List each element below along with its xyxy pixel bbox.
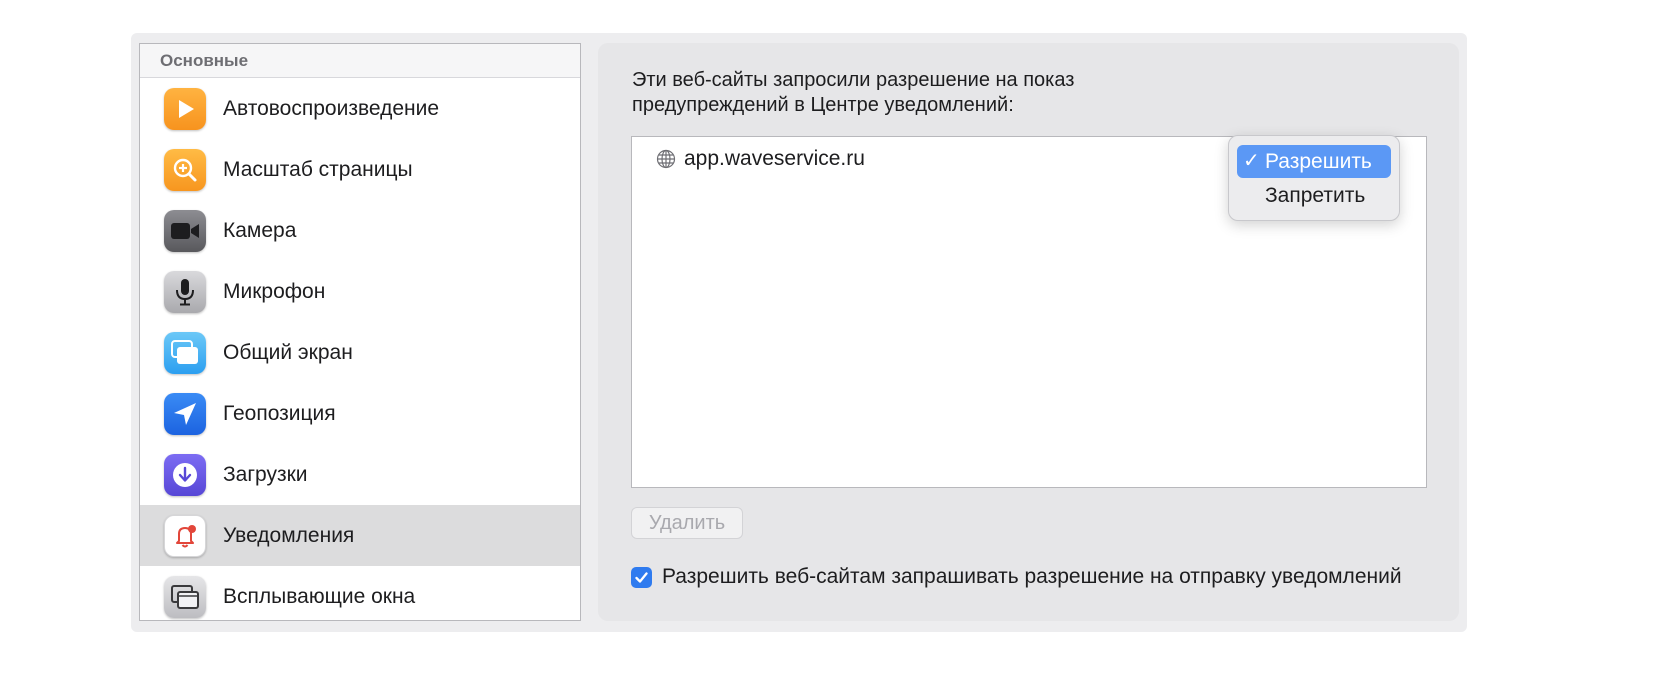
sidebar-item-label: Микрофон (223, 279, 326, 303)
sidebar-item-page-zoom[interactable]: Масштаб страницы (140, 139, 580, 200)
delete-button[interactable]: Удалить (631, 507, 743, 539)
play-icon (164, 87, 206, 130)
sidebar-item-label: Общий экран (223, 340, 353, 364)
sidebar-item-location[interactable]: Геопозиция (140, 383, 580, 444)
camera-icon (164, 209, 206, 252)
sidebar-item-notifications[interactable]: Уведомления (140, 505, 580, 566)
sidebar-item-label: Загрузки (223, 462, 308, 486)
zoom-icon (164, 148, 206, 191)
microphone-icon (164, 270, 206, 313)
location-icon (164, 392, 206, 435)
description-line: Эти веб-сайты запросили разрешение на по… (632, 69, 1075, 91)
panel-description: Эти веб-сайты запросили разрешение на по… (632, 68, 1152, 118)
screen-share-icon (164, 331, 206, 374)
permission-dropdown-menu: ✓ Разрешить Запретить (1228, 135, 1400, 221)
checkmark-icon (635, 571, 648, 583)
list-item[interactable]: app.waveservice.ru (656, 147, 865, 171)
sidebar-item-camera[interactable]: Камера (140, 200, 580, 261)
sidebar-item-autoplay[interactable]: Автовоспроизведение (140, 78, 580, 139)
sidebar-item-label: Всплывающие окна (223, 584, 416, 608)
sidebar-item-downloads[interactable]: Загрузки (140, 444, 580, 505)
menu-item-allow[interactable]: ✓ Разрешить (1237, 145, 1391, 178)
sidebar-item-label: Камера (223, 218, 297, 242)
bell-icon (164, 514, 206, 557)
menu-item-deny[interactable]: Запретить (1237, 179, 1391, 212)
sidebar-item-label: Геопозиция (223, 401, 336, 425)
sidebar: Основные Автовоспроизведение Масштаб стр… (139, 43, 581, 621)
sidebar-section-header: Основные (140, 44, 580, 78)
allow-requests-checkbox[interactable] (631, 566, 652, 588)
checkmark-icon: ✓ (1243, 150, 1260, 172)
allow-requests-label: Разрешить веб-сайтам запрашивать разреше… (662, 565, 1402, 588)
description-line: предупреждений в Центре уведомлений: (632, 94, 1014, 116)
menu-item-label: Запретить (1265, 184, 1366, 207)
allow-requests-option[interactable]: Разрешить веб-сайтам запрашивать разреше… (631, 565, 1402, 589)
sidebar-item-popups[interactable]: Всплывающие окна (140, 566, 580, 620)
sidebar-item-screen-sharing[interactable]: Общий экран (140, 322, 580, 383)
sidebar-item-microphone[interactable]: Микрофон (140, 261, 580, 322)
globe-icon (656, 149, 676, 169)
sidebar-item-label: Уведомления (223, 523, 355, 547)
download-icon (164, 453, 206, 496)
site-domain: app.waveservice.ru (684, 147, 865, 170)
menu-item-label: Разрешить (1265, 150, 1372, 173)
sidebar-item-label: Автовоспроизведение (223, 96, 440, 120)
sidebar-item-label: Масштаб страницы (223, 157, 413, 181)
popup-window-icon (164, 575, 206, 618)
